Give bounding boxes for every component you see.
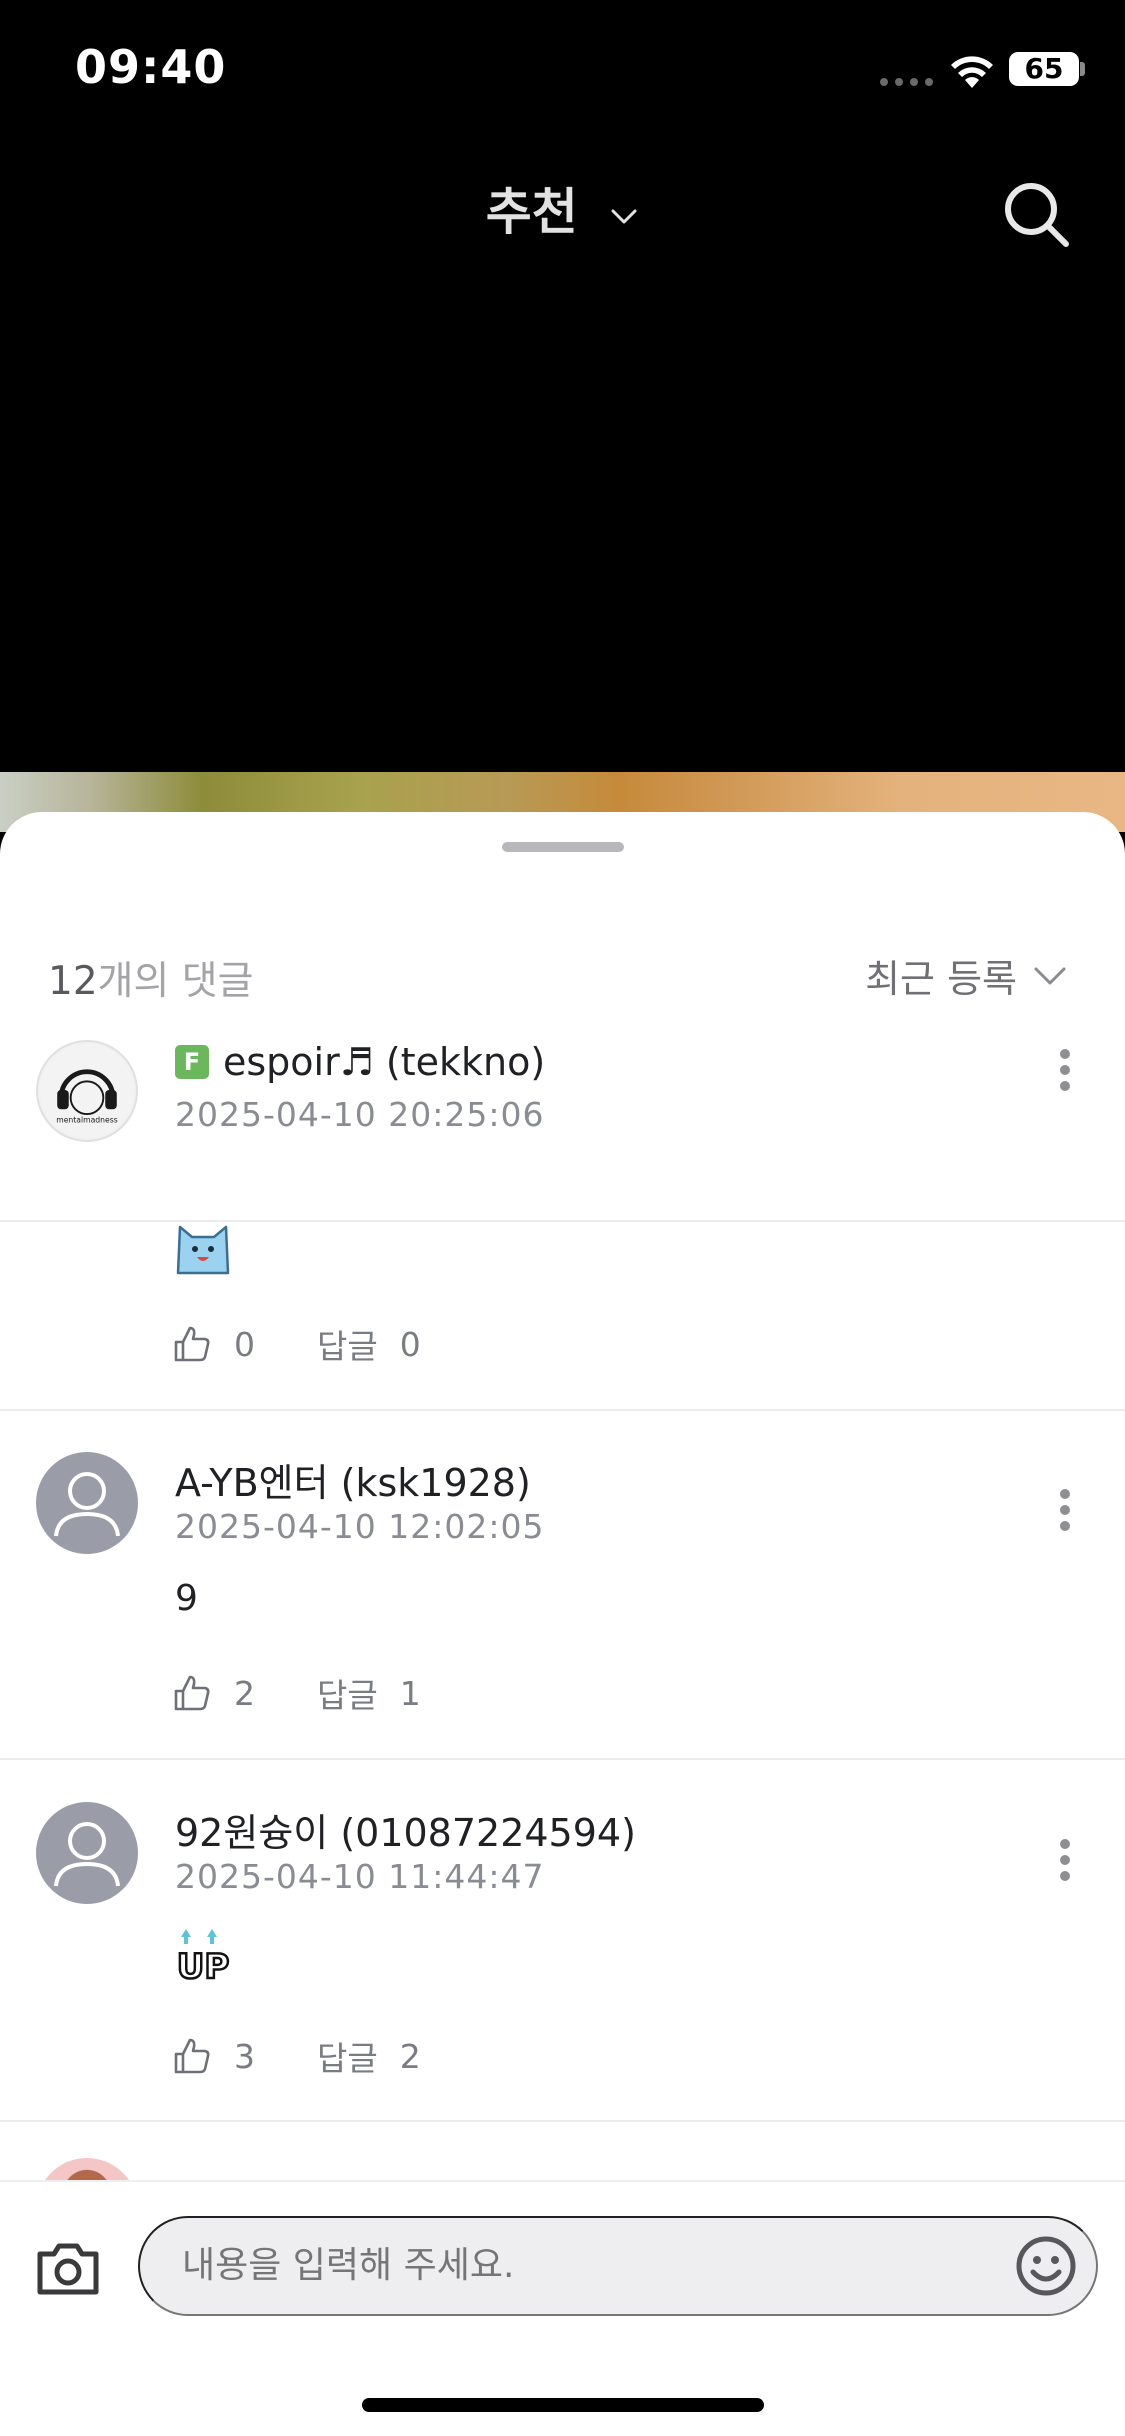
author-name: 92원슝이 (01087224594) (175, 1811, 636, 1855)
avatar-logo-text: mentalmadness (56, 1116, 118, 1125)
sort-dropdown[interactable]: 최근 등록 (865, 948, 1067, 1003)
comments-sheet: 12개의 댓글 최근 등록 mentalmadness F espoir♬ (t… (0, 812, 1125, 2436)
home-indicator[interactable] (362, 2398, 764, 2412)
avatar[interactable]: mentalmadness (36, 1040, 138, 1142)
thumbs-up-icon[interactable] (172, 1673, 212, 1713)
fan-badge: F (175, 1045, 209, 1079)
status-bar: 09:40 65 (0, 0, 1125, 140)
divider (0, 2120, 1125, 2122)
sort-label: 최근 등록 (865, 957, 1017, 1001)
emoji-icon[interactable] (1014, 2234, 1078, 2298)
comment-author[interactable]: A-YB엔터 (ksk1928) (175, 1452, 531, 1507)
author-name: espoir♬ (tekkno) (223, 1040, 546, 1084)
wifi-icon (951, 56, 993, 88)
comment-input-bar (0, 2180, 1125, 2436)
thumbs-up-icon[interactable] (172, 2036, 212, 2076)
feed-selector[interactable]: 추천 (0, 172, 1125, 244)
comment-actions: 3 답글 2 (172, 2032, 421, 2080)
reply-count: 2 (399, 2036, 421, 2076)
comment-input[interactable] (138, 2216, 1098, 2316)
chevron-down-icon (611, 209, 637, 223)
comment-count: 12개의 댓글 (48, 950, 254, 1006)
default-user-icon (54, 1472, 120, 1537)
comment-text: 9 (175, 1578, 198, 1619)
comment-author[interactable]: 92원슝이 (01087224594) (175, 1802, 636, 1857)
divider (0, 1758, 1125, 1760)
avatar[interactable] (36, 1802, 138, 1904)
comment-date: 2025-04-10 12:02:05 (175, 1507, 545, 1546)
reply-button[interactable]: 답글 (317, 1669, 378, 1717)
avatar[interactable] (36, 1452, 138, 1554)
comment-item (0, 1222, 1125, 1574)
camera-icon[interactable] (36, 2238, 100, 2298)
more-options-icon[interactable] (1050, 1484, 1080, 1544)
comment-item: mentalmadness F espoir♬ (tekkno) 2025-04… (0, 1040, 1125, 1222)
comment-author[interactable]: F espoir♬ (tekkno) (175, 1040, 545, 1084)
comment-actions: 2 답글 1 (172, 1669, 421, 1717)
default-user-icon (54, 1822, 120, 1887)
search-icon[interactable] (1000, 178, 1072, 250)
cellular-signal-icon (880, 78, 933, 86)
reply-button[interactable]: 답글 (317, 2032, 378, 2080)
headphones-logo-icon: mentalmadness (39, 1043, 135, 1139)
up-sticker-text: UP (177, 1947, 230, 1987)
more-options-icon[interactable] (1050, 1834, 1080, 1894)
up-sticker-icon[interactable]: UP (172, 1926, 234, 1988)
reply-count: 1 (399, 1673, 421, 1713)
battery-level: 65 (1009, 52, 1079, 86)
feed-title: 추천 (485, 183, 578, 241)
sheet-drag-handle[interactable] (502, 842, 624, 852)
comment-count-number: 12 (48, 959, 98, 1004)
chevron-down-icon (1034, 967, 1066, 984)
battery-tip (1080, 62, 1085, 76)
status-time: 09:40 (75, 40, 227, 94)
like-count: 3 (234, 2036, 255, 2076)
comment-date: 2025-04-10 11:44:47 (175, 1857, 545, 1896)
more-options-icon[interactable] (1050, 1044, 1080, 1104)
comment-date: 2025-04-10 20:25:06 (175, 1095, 545, 1134)
author-name: A-YB엔터 (ksk1928) (175, 1461, 531, 1505)
divider (0, 1409, 1125, 1411)
like-count: 2 (234, 1673, 255, 1713)
comment-count-label: 개의 댓글 (97, 959, 254, 1004)
